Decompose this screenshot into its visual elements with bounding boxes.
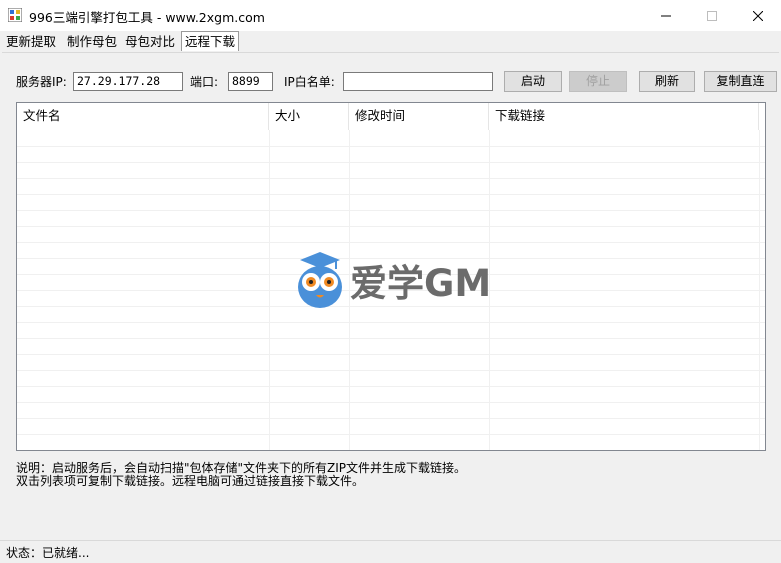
- grid-row-line: [17, 322, 765, 323]
- grid-row-line: [17, 226, 765, 227]
- ip-whitelist-label: IP白名单:: [284, 75, 335, 89]
- tab-strip: [0, 31, 781, 52]
- column-header-size[interactable]: 大小: [269, 103, 349, 130]
- grid-column-line: [759, 130, 760, 450]
- window-title: 996三端引擎打包工具 - www.2xgm.com: [29, 10, 265, 25]
- grid-row-line: [17, 194, 765, 195]
- grid-row-line: [17, 418, 765, 419]
- owl-icon: [298, 252, 342, 308]
- grid-column-line: [269, 130, 270, 450]
- tab-base-package-compare[interactable]: 母包对比: [125, 33, 175, 50]
- file-list-header: 文件名 大小 修改时间 下载链接: [17, 103, 765, 130]
- column-header-modified-time[interactable]: 修改时间: [349, 103, 489, 130]
- server-ip-label: 服务器IP:: [16, 75, 67, 89]
- grid-row-line: [17, 210, 765, 211]
- status-bar: 状态：已就绪...: [0, 540, 781, 563]
- grid-row-line: [17, 434, 765, 435]
- watermark-logo: 爱学GM: [298, 252, 488, 308]
- watermark-text: 爱学GM: [350, 262, 488, 305]
- app-icon: [8, 8, 22, 22]
- ip-whitelist-input[interactable]: [343, 72, 493, 91]
- column-header-download-link[interactable]: 下载链接: [489, 103, 759, 130]
- help-note-line2: 双击列表项可复制下载链接。远程电脑可通过链接直接下载文件。: [16, 474, 365, 488]
- tab-remote-download[interactable]: 远程下载: [181, 31, 240, 51]
- stop-button[interactable]: 停止: [569, 71, 627, 92]
- copy-direct-button[interactable]: 复制直连: [704, 71, 777, 92]
- close-icon: [753, 10, 763, 21]
- minimize-icon: [661, 15, 671, 16]
- grid-column-line: [489, 130, 490, 450]
- maximize-icon: [707, 10, 717, 21]
- tab-make-base-package[interactable]: 制作母包: [67, 33, 117, 50]
- maximize-button[interactable]: [689, 0, 735, 31]
- close-button[interactable]: [735, 0, 781, 31]
- start-button[interactable]: 启动: [504, 71, 562, 92]
- server-ip-input[interactable]: 27.29.177.28: [73, 72, 183, 91]
- refresh-button[interactable]: 刷新: [639, 71, 695, 92]
- grid-row-line: [17, 402, 765, 403]
- port-label: 端口:: [190, 75, 219, 89]
- grid-row-line: [17, 162, 765, 163]
- grid-row-line: [17, 178, 765, 179]
- tab-update-extract[interactable]: 更新提取: [6, 33, 56, 50]
- grid-row-line: [17, 338, 765, 339]
- port-input[interactable]: 8899: [228, 72, 273, 91]
- status-text: 状态：已就绪...: [6, 546, 90, 560]
- title-bar: 996三端引擎打包工具 - www.2xgm.com: [0, 0, 781, 31]
- grid-row-line: [17, 354, 765, 355]
- column-header-filename[interactable]: 文件名: [17, 103, 269, 130]
- grid-row-line: [17, 146, 765, 147]
- grid-row-line: [17, 242, 765, 243]
- grid-row-line: [17, 370, 765, 371]
- minimize-button[interactable]: [643, 0, 689, 31]
- grid-row-line: [17, 386, 765, 387]
